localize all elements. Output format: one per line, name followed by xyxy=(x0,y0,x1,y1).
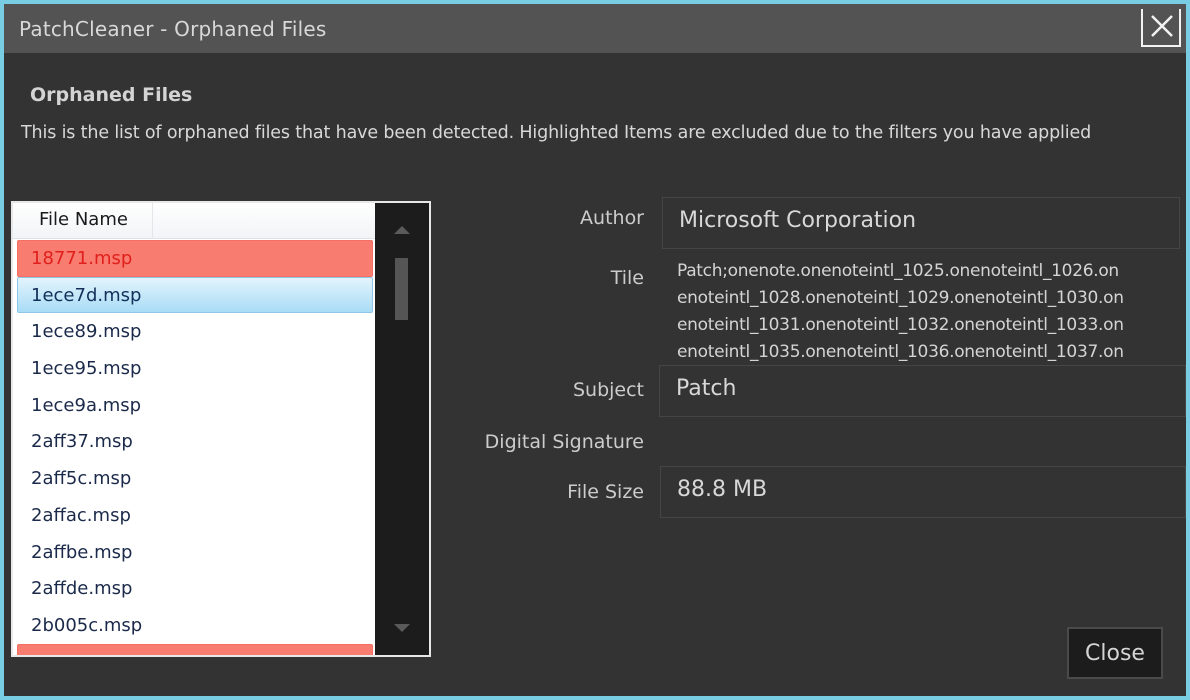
file-list-row[interactable]: 1ece9a.msp xyxy=(17,387,373,424)
tile-line: enoteintl_1031.onenoteintl_1032.onenotei… xyxy=(677,315,1124,335)
triangle-down-icon[interactable] xyxy=(392,621,412,635)
column-header-file-name[interactable]: File Name xyxy=(13,203,153,239)
tile-label: Tile xyxy=(610,267,644,289)
tile-line: enoteintl_1028.onenoteintl_1029.onenotei… xyxy=(677,288,1124,308)
title-bar: PatchCleaner - Orphaned Files xyxy=(4,4,1186,53)
scrollbar-thumb[interactable] xyxy=(395,258,408,320)
column-header-row: File Name xyxy=(13,203,375,239)
file-list-row[interactable]: 2b005c.msp xyxy=(17,607,373,644)
digital-signature-label: Digital Signature xyxy=(484,431,644,453)
tile-value[interactable]: Patch;onenote.onenoteintl_1025.onenotein… xyxy=(677,258,1182,366)
file-list-row[interactable]: 2affbe.msp xyxy=(17,534,373,571)
file-list-content: File Name 18771.msp 1ece7d.msp 1ece89.msp 1… xyxy=(13,203,375,655)
window-title: PatchCleaner - Orphaned Files xyxy=(19,17,327,41)
section-description: This is the list of orphaned files that … xyxy=(21,123,1092,143)
close-x-icon xyxy=(1151,15,1173,37)
file-list-row[interactable]: 2affde.msp xyxy=(17,570,373,607)
triangle-up-icon[interactable] xyxy=(392,223,412,237)
author-field[interactable]: Microsoft Corporation xyxy=(662,197,1180,249)
file-list-row[interactable]: 2aff5c.msp xyxy=(17,460,373,497)
file-list-row[interactable]: 1ece89.msp xyxy=(17,313,373,350)
author-label: Author xyxy=(580,207,644,229)
file-list-rows: 18771.msp 1ece7d.msp 1ece89.msp 1ece95.msp 1… xyxy=(13,240,375,655)
file-list[interactable]: File Name 18771.msp 1ece7d.msp 1ece89.msp 1… xyxy=(11,201,431,657)
window-close-button[interactable] xyxy=(1141,9,1181,47)
close-button[interactable]: Close xyxy=(1067,627,1163,679)
file-list-row[interactable]: 18771.msp xyxy=(17,240,373,277)
vertical-scrollbar[interactable] xyxy=(375,203,429,655)
tile-line: enoteintl_1035.onenoteintl_1036.onenotei… xyxy=(677,342,1124,362)
tile-line: Patch;onenote.onenoteintl_1025.onenotein… xyxy=(677,261,1119,281)
file-size-label: File Size xyxy=(567,481,644,503)
file-list-row[interactable]: 1ece7d.msp xyxy=(17,276,373,314)
file-list-row[interactable] xyxy=(17,643,373,655)
section-heading: Orphaned Files xyxy=(30,84,193,106)
subject-label: Subject xyxy=(572,379,644,401)
file-size-field[interactable]: 88.8 MB xyxy=(660,466,1186,518)
digital-signature-field xyxy=(659,417,1186,465)
file-list-row[interactable]: 2affac.msp xyxy=(17,497,373,534)
file-list-row[interactable]: 2aff37.msp xyxy=(17,423,373,460)
orphaned-files-window: PatchCleaner - Orphaned Files Orphaned F… xyxy=(4,4,1186,696)
subject-field[interactable]: Patch xyxy=(659,365,1186,417)
file-list-row[interactable]: 1ece95.msp xyxy=(17,350,373,387)
